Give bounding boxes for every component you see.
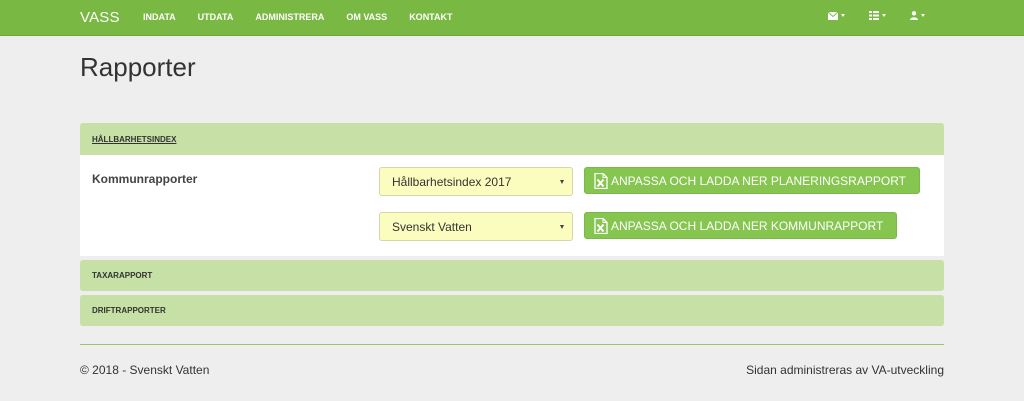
excel-file-icon [594,172,608,189]
svenskt-vatten-link[interactable]: Svenskt Vatten [130,363,210,377]
copyright-text: © 2018 - [80,363,130,377]
nav-link-indata[interactable]: INDATA [143,12,176,22]
panel-body-hallbarhetsindex: Kommunrapporter Hållbarhetsindex 2017 AN… [80,155,944,256]
messages-dropdown[interactable] [828,11,845,20]
panel-title-driftrapporter[interactable]: DRIFTRAPPORTER [92,306,166,315]
footer-copyright: © 2018 - Svenskt Vatten [80,363,209,377]
brand-logo[interactable]: VASS [80,9,120,26]
organization-select-value: Svenskt Vatten [392,220,472,234]
report-year-select[interactable]: Hållbarhetsindex 2017 [379,167,573,196]
admin-text: Sidan administreras av [746,363,872,377]
nav-icon-group [828,11,949,20]
panel-title-taxarapport[interactable]: TAXARAPPORT [92,271,152,280]
download-planning-report-label: ANPASSA OCH LADDA NER PLANERINGSRAPPORT [611,173,906,188]
panel-heading-driftrapporter[interactable]: DRIFTRAPPORTER [80,295,944,326]
panel-title-hallbarhetsindex[interactable]: HÅLLBARHETSINDEX [92,135,176,144]
envelope-icon [828,11,838,20]
dropdown-arrow-icon [560,225,564,229]
nav-link-utdata[interactable]: UTDATA [198,12,234,22]
dropdown-arrow-icon [560,180,564,184]
download-municipal-report-label: ANPASSA OCH LADDA NER KOMMUNRAPPORT [611,218,884,233]
footer-divider [80,344,944,345]
nav-link-kontakt[interactable]: KONTAKT [409,12,452,22]
chevron-down-icon [921,14,925,17]
download-municipal-report-button[interactable]: ANPASSA OCH LADDA NER KOMMUNRAPPORT [584,212,897,239]
excel-file-icon [594,217,608,234]
page-title: Rapporter [80,52,196,82]
nav-link-om-vass[interactable]: OM VASS [346,12,387,22]
panel-heading-hallbarhetsindex[interactable]: HÅLLBARHETSINDEX [80,123,944,155]
kommunrapporter-label: Kommunrapporter [92,172,198,186]
panel-heading-taxarapport[interactable]: TAXARAPPORT [80,260,944,291]
user-dropdown[interactable] [910,11,925,20]
user-icon [910,11,918,20]
report-year-select-value: Hållbarhetsindex 2017 [392,175,512,189]
footer-admin: Sidan administreras av VA-utveckling [746,363,944,377]
nav-links: INDATA UTDATA ADMINISTRERA OM VASS KONTA… [143,12,475,22]
organization-select[interactable]: Svenskt Vatten [379,212,573,241]
chevron-down-icon [841,14,845,17]
list-dropdown[interactable] [869,11,886,20]
chevron-down-icon [882,14,886,17]
nav-link-administrera[interactable]: ADMINISTRERA [255,12,324,22]
va-utveckling-link[interactable]: VA-utveckling [872,363,944,377]
list-icon [869,11,879,20]
top-navbar: VASS INDATA UTDATA ADMINISTRERA OM VASS … [0,0,1024,36]
download-planning-report-button[interactable]: ANPASSA OCH LADDA NER PLANERINGSRAPPORT [584,167,920,194]
